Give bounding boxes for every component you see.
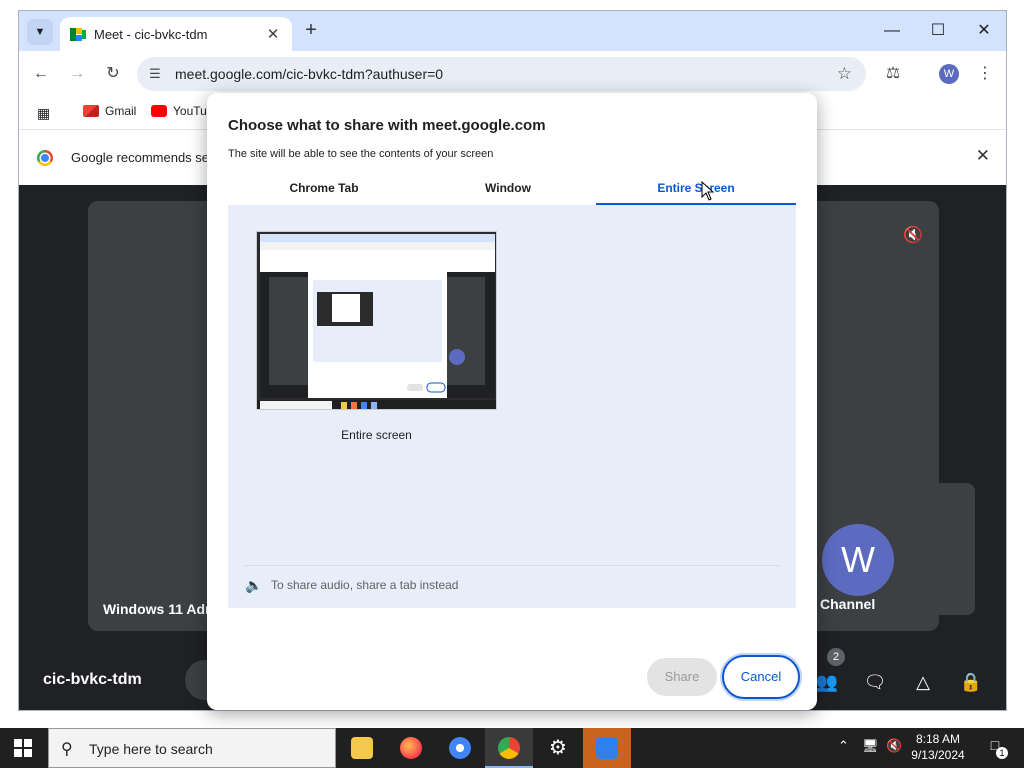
participant-name: Windows 11 Adm xyxy=(103,601,218,617)
share-source-pane: Entire screen 🔈 To share audio, share a … xyxy=(228,205,796,608)
settings-app[interactable]: ⚙ xyxy=(534,728,582,768)
tab-strip: ▼ Meet - cic-bvkc-tdm ✕ + — ☐ ✕ xyxy=(19,11,1006,51)
meeting-code: cic-bvkc-tdm xyxy=(43,671,142,688)
entire-screen-thumbnail[interactable] xyxy=(256,231,497,410)
tab-title: Meet - cic-bvkc-tdm xyxy=(94,26,208,42)
clock-date: 9/13/2024 xyxy=(911,748,965,762)
activities-icon[interactable]: △ xyxy=(910,669,936,695)
new-tab-button[interactable]: + xyxy=(300,20,322,42)
menu-kebab-icon[interactable]: ⋮ xyxy=(973,62,997,86)
chat-icon[interactable]: 🗨 xyxy=(862,669,888,695)
self-name: Channel xyxy=(820,596,876,612)
maximize-button[interactable]: ☐ xyxy=(915,19,961,43)
audio-hint-text: To share audio, share a tab instead xyxy=(271,578,459,592)
star-icon[interactable]: ☆ xyxy=(837,64,852,84)
bookmark-gmail[interactable]: Gmail xyxy=(83,104,136,118)
file-explorer-app[interactable] xyxy=(338,728,386,768)
chevron-down-icon: ▼ xyxy=(34,26,46,38)
address-bar[interactable]: ☰ meet.google.com/cic-bvkc-tdm?authuser=… xyxy=(137,57,866,91)
folder-icon xyxy=(351,737,373,759)
close-icon[interactable]: ✕ xyxy=(976,146,990,166)
taskbar: ⚲ Type here to search ⚙ ⌃ 🖥 🔇 8:18 AM 9/… xyxy=(0,728,1024,768)
windows-start-icon[interactable] xyxy=(14,739,32,757)
taskbar-search-box[interactable]: ⚲ Type here to search xyxy=(48,728,336,768)
tab-search-button[interactable]: ▼ xyxy=(27,19,53,45)
thumbnail-label: Entire screen xyxy=(341,428,412,442)
chevron-up-icon[interactable]: ⌃ xyxy=(838,738,849,754)
chrome-app[interactable] xyxy=(485,728,533,768)
profile-avatar[interactable]: W xyxy=(939,64,959,84)
search-placeholder: Type here to search xyxy=(89,741,213,757)
divider xyxy=(244,565,780,566)
browser-toolbar: ← → ↻ ☰ meet.google.com/cic-bvkc-tdm?aut… xyxy=(19,51,1006,97)
mic-off-icon: 🔇 xyxy=(903,227,923,244)
share-button[interactable]: Share xyxy=(647,658,717,696)
notification-count: 1 xyxy=(996,747,1008,759)
network-icon[interactable]: 🖥 xyxy=(862,738,879,754)
gear-icon: ⚙ xyxy=(549,737,567,759)
host-controls-lock-icon[interactable]: 🔒 xyxy=(958,669,984,695)
address-url[interactable]: meet.google.com/cic-bvkc-tdm?authuser=0 xyxy=(175,66,443,82)
tab-chrome-tab[interactable]: Chrome Tab xyxy=(228,175,420,205)
site-info-icon[interactable]: ☰ xyxy=(147,66,163,82)
tab-entire-screen[interactable]: Entire Screen xyxy=(596,175,796,205)
labs-flask-icon[interactable]: ⚖ xyxy=(881,62,905,86)
bookmark-label: YouTu xyxy=(173,104,207,118)
gmail-icon xyxy=(83,105,99,117)
firefox-app[interactable] xyxy=(387,728,435,768)
self-avatar: W xyxy=(822,524,894,596)
clock-time: 8:18 AM xyxy=(915,732,961,746)
apps-grid-icon[interactable]: ▦ xyxy=(37,105,50,122)
pinned-app[interactable] xyxy=(583,728,631,768)
forward-icon[interactable]: → xyxy=(65,62,89,86)
chrome-icon xyxy=(498,737,520,759)
notification-icon[interactable]: □ 1 xyxy=(984,737,1008,759)
dialog-title: Choose what to share with meet.google.co… xyxy=(228,117,546,134)
people-count-badge: 2 xyxy=(827,648,845,666)
dialog-subtitle: The site will be able to see the content… xyxy=(228,148,494,160)
tab-window[interactable]: Window xyxy=(420,175,596,205)
cancel-button[interactable]: Cancel xyxy=(722,655,800,699)
people-icon[interactable]: 👥 xyxy=(814,669,840,695)
back-icon[interactable]: ← xyxy=(29,62,53,86)
firefox-icon xyxy=(400,737,422,759)
screen-preview-image xyxy=(257,232,496,409)
bookmark-youtube[interactable]: YouTu xyxy=(151,104,207,118)
share-screen-dialog: Choose what to share with meet.google.co… xyxy=(207,93,817,710)
close-tab-icon[interactable]: ✕ xyxy=(264,25,282,43)
app-icon xyxy=(596,737,618,759)
clock[interactable]: 8:18 AM 9/13/2024 xyxy=(904,731,972,763)
close-window-button[interactable]: ✕ xyxy=(961,19,1006,43)
tab-meet[interactable]: Meet - cic-bvkc-tdm ✕ xyxy=(60,17,292,51)
youtube-icon xyxy=(151,105,167,117)
chromium-icon xyxy=(449,737,471,759)
chrome-icon xyxy=(37,150,53,166)
meet-logo-icon xyxy=(70,27,86,41)
info-bar-text: Google recommends se xyxy=(71,150,210,165)
volume-muted-icon[interactable]: 🔇 xyxy=(886,738,902,754)
reload-icon[interactable]: ↻ xyxy=(101,62,125,86)
minimize-button[interactable]: — xyxy=(869,19,915,43)
speaker-icon: 🔈 xyxy=(245,577,263,593)
search-icon: ⚲ xyxy=(61,741,73,758)
bookmark-label: Gmail xyxy=(105,104,137,118)
mouse-cursor-icon xyxy=(701,181,715,201)
chromium-app[interactable] xyxy=(436,728,484,768)
